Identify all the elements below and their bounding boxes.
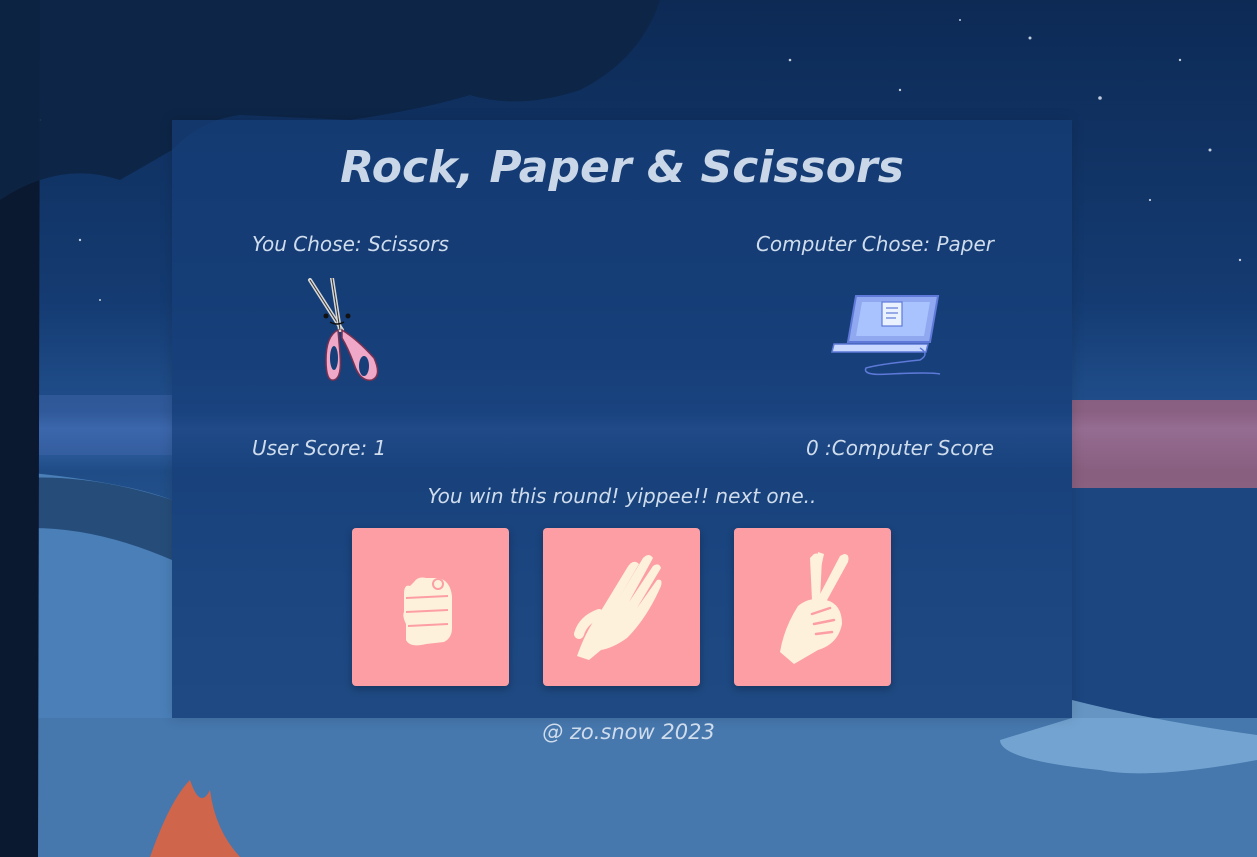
laptop-icon	[830, 290, 946, 380]
game-panel: Rock, Paper & Scissors You Chose: Scisso…	[172, 120, 1072, 718]
open-hand-icon	[574, 555, 662, 660]
computer-choice-label: Computer Chose: Paper	[755, 232, 994, 256]
fist-icon	[403, 577, 452, 646]
page-title: Rock, Paper & Scissors	[340, 142, 904, 193]
rock-button[interactable]	[352, 528, 509, 686]
footer-credit: @ zo.snow 2023	[542, 720, 715, 744]
user-score: User Score: 1	[252, 436, 387, 460]
computer-score: 0 :Computer Score	[805, 436, 994, 460]
scissors-icon	[300, 276, 390, 388]
paper-button[interactable]	[543, 528, 700, 686]
user-choice-label: You Chose: Scissors	[252, 232, 449, 256]
peace-hand-icon	[780, 552, 849, 664]
scissors-button[interactable]	[734, 528, 891, 686]
result-message: You win this round! yippee!! next one..	[427, 484, 817, 508]
